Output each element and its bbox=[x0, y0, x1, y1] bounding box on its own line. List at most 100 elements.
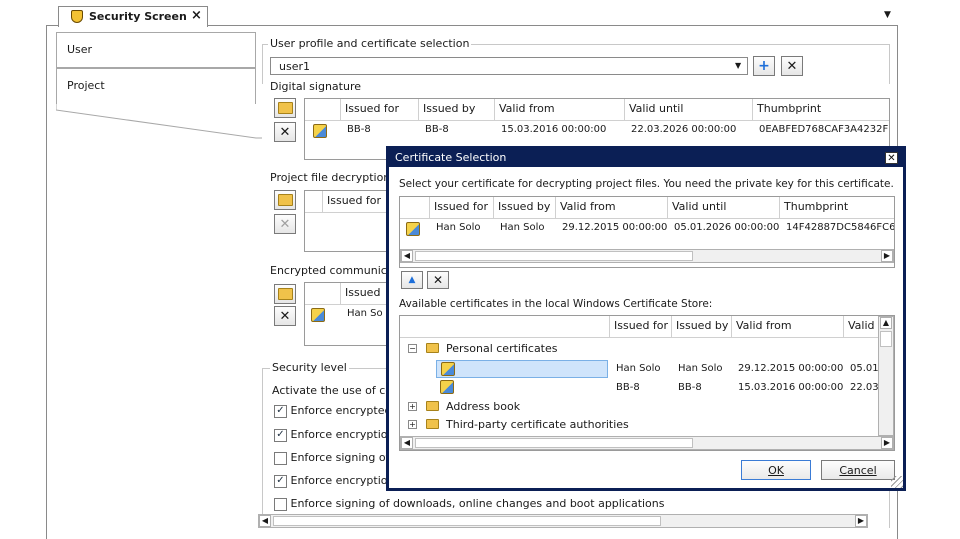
scroll-left-icon[interactable]: ◀ bbox=[401, 437, 413, 449]
page-horizontal-scrollbar[interactable]: ◀ ▶ bbox=[258, 514, 868, 528]
column-header[interactable]: Issued by bbox=[672, 316, 732, 338]
folder-open-icon bbox=[277, 102, 293, 114]
enforce-option-label: Enforce signing of bbox=[290, 451, 390, 464]
column-header[interactable]: Valid from bbox=[556, 197, 668, 219]
select-comm-cert-button[interactable] bbox=[274, 284, 296, 304]
tree-node-personal[interactable]: − Personal certificates bbox=[400, 340, 878, 358]
cell-issued-by: Han Solo bbox=[678, 363, 723, 374]
selected-cert-grid: Issued for Issued by Valid from Valid un… bbox=[399, 196, 895, 268]
chevron-down-icon: ▼ bbox=[735, 61, 742, 70]
remove-selected-cert-button[interactable]: ✕ bbox=[427, 271, 449, 289]
column-header[interactable]: Valid from bbox=[732, 316, 844, 338]
tab-list-dropdown-icon[interactable]: ▼ bbox=[884, 10, 891, 20]
scroll-left-icon[interactable]: ◀ bbox=[401, 250, 413, 262]
arrow-up-icon: ▲ bbox=[408, 275, 416, 285]
scroll-up-icon[interactable]: ▲ bbox=[880, 317, 892, 329]
available-hscrollbar[interactable]: ◀ ▶ bbox=[400, 436, 894, 450]
user-profile-value: user1 bbox=[279, 60, 310, 73]
nav-selection-connector bbox=[56, 104, 262, 139]
cell-valid-from: 29.12.2015 00:00:00 bbox=[562, 222, 668, 233]
table-row[interactable]: BB-8 BB-8 15.03.2016 00:00:00 22.03 bbox=[610, 379, 878, 397]
remove-decryption-cert-button[interactable]: ✕ bbox=[274, 214, 296, 234]
close-icon[interactable]: × bbox=[191, 8, 202, 23]
enforce-option-label: Enforce signing of downloads, online cha… bbox=[290, 497, 665, 510]
cell-valid-from: 15.03.2016 00:00:00 bbox=[738, 382, 844, 393]
cell-issued-by: Han Solo bbox=[500, 222, 545, 233]
tree-node-label: Third-party certificate authorities bbox=[446, 418, 629, 431]
scroll-right-icon[interactable]: ▶ bbox=[855, 515, 867, 527]
enforce-option[interactable]: Enforce signing of bbox=[274, 451, 389, 465]
comm-cert-grid: Issued Han So bbox=[304, 282, 394, 346]
cancel-button[interactable]: Cancel bbox=[821, 460, 895, 480]
enforce-option[interactable]: Enforce signing of downloads, online cha… bbox=[274, 497, 665, 511]
dialog-close-button[interactable]: ✕ bbox=[885, 152, 898, 164]
scroll-left-icon[interactable]: ◀ bbox=[259, 515, 271, 527]
column-header[interactable]: Issued for bbox=[341, 99, 419, 121]
nav-item-user[interactable]: User bbox=[56, 32, 256, 68]
table-row[interactable]: Han Solo Han Solo 29.12.2015 00:00:00 05… bbox=[610, 360, 878, 378]
ok-button[interactable]: OK bbox=[741, 460, 811, 480]
table-row[interactable]: Han Solo Han Solo 29.12.2015 00:00:00 05… bbox=[400, 219, 894, 239]
scroll-thumb[interactable] bbox=[415, 251, 693, 261]
column-header[interactable]: Issued by bbox=[419, 99, 495, 121]
column-header[interactable]: Valid until bbox=[625, 99, 753, 121]
tree-node-label: Personal certificates bbox=[446, 342, 558, 355]
column-header[interactable]: Valid from bbox=[495, 99, 625, 121]
move-up-button[interactable]: ▲ bbox=[401, 271, 423, 289]
table-row[interactable]: Han So bbox=[305, 305, 393, 325]
x-icon: ✕ bbox=[279, 124, 291, 140]
encrypted-comm-label: Encrypted communicat bbox=[270, 264, 398, 277]
column-header[interactable]: Thumbprint bbox=[753, 99, 889, 121]
resize-grip-icon[interactable] bbox=[891, 476, 903, 488]
user-profile-select[interactable]: user1 ▼ bbox=[270, 57, 748, 75]
expand-icon[interactable]: + bbox=[408, 402, 417, 411]
column-header[interactable]: Issued by bbox=[494, 197, 556, 219]
enforce-checkbox[interactable] bbox=[274, 497, 287, 511]
nav-item-label: Project bbox=[67, 79, 105, 92]
enforce-checkbox[interactable] bbox=[274, 404, 287, 418]
enforce-checkbox[interactable] bbox=[274, 428, 287, 442]
scroll-thumb[interactable] bbox=[273, 516, 661, 526]
enforce-option[interactable]: Enforce encryption bbox=[274, 428, 395, 442]
add-profile-button[interactable]: + bbox=[753, 56, 775, 76]
column-header[interactable]: Issued for bbox=[323, 191, 393, 213]
table-row[interactable]: BB-8 BB-8 15.03.2016 00:00:00 22.03.2026… bbox=[305, 121, 889, 141]
enforce-option-label: Enforce encryption bbox=[290, 428, 395, 441]
folder-icon bbox=[426, 419, 439, 429]
certificate-icon bbox=[313, 124, 327, 138]
decryption-cert-grid: Issued for bbox=[304, 190, 394, 252]
tree-node-third-party[interactable]: + Third-party certificate authorities bbox=[400, 416, 878, 432]
selected-grid-hscrollbar[interactable]: ◀ ▶ bbox=[400, 249, 894, 263]
remove-comm-cert-button[interactable]: ✕ bbox=[274, 306, 296, 326]
collapse-icon[interactable]: − bbox=[408, 344, 417, 353]
available-certs-label: Available certificates in the local Wind… bbox=[399, 298, 713, 310]
column-header[interactable]: Issued for bbox=[430, 197, 494, 219]
scroll-thumb[interactable] bbox=[415, 438, 693, 448]
folder-icon bbox=[426, 343, 439, 353]
expand-icon[interactable]: + bbox=[408, 420, 417, 429]
column-header[interactable]: Valid until bbox=[668, 197, 780, 219]
select-decryption-cert-button[interactable] bbox=[274, 190, 296, 210]
enforce-option[interactable]: Enforce encryption bbox=[274, 474, 395, 488]
tab-security-screen[interactable]: Security Screen × bbox=[58, 6, 208, 27]
column-header[interactable]: Thumbprint bbox=[780, 197, 894, 219]
tree-node-address-book[interactable]: + Address book bbox=[400, 398, 878, 416]
column-header[interactable]: Issued for bbox=[610, 316, 672, 338]
enforce-option[interactable]: Enforce encrypted bbox=[274, 404, 391, 418]
tree-node-label: Address book bbox=[446, 400, 521, 413]
scroll-right-icon[interactable]: ▶ bbox=[881, 437, 893, 449]
tree-row-cert[interactable] bbox=[436, 379, 608, 397]
available-vscrollbar[interactable]: ▲ bbox=[878, 316, 894, 436]
tree-row-cert-selected[interactable] bbox=[436, 360, 608, 378]
enforce-checkbox[interactable] bbox=[274, 474, 287, 488]
scroll-thumb[interactable] bbox=[880, 331, 892, 347]
cell-valid-from: 29.12.2015 00:00:00 bbox=[738, 363, 844, 374]
column-header[interactable]: Valid bbox=[844, 316, 878, 338]
certificate-selection-dialog: Certificate Selection ✕ Select your cert… bbox=[386, 146, 906, 491]
remove-profile-button[interactable]: ✕ bbox=[781, 56, 803, 76]
nav-item-project[interactable]: Project bbox=[56, 68, 256, 104]
select-signature-cert-button[interactable] bbox=[274, 98, 296, 118]
remove-signature-cert-button[interactable]: ✕ bbox=[274, 122, 296, 142]
enforce-checkbox[interactable] bbox=[274, 451, 287, 465]
scroll-right-icon[interactable]: ▶ bbox=[881, 250, 893, 262]
